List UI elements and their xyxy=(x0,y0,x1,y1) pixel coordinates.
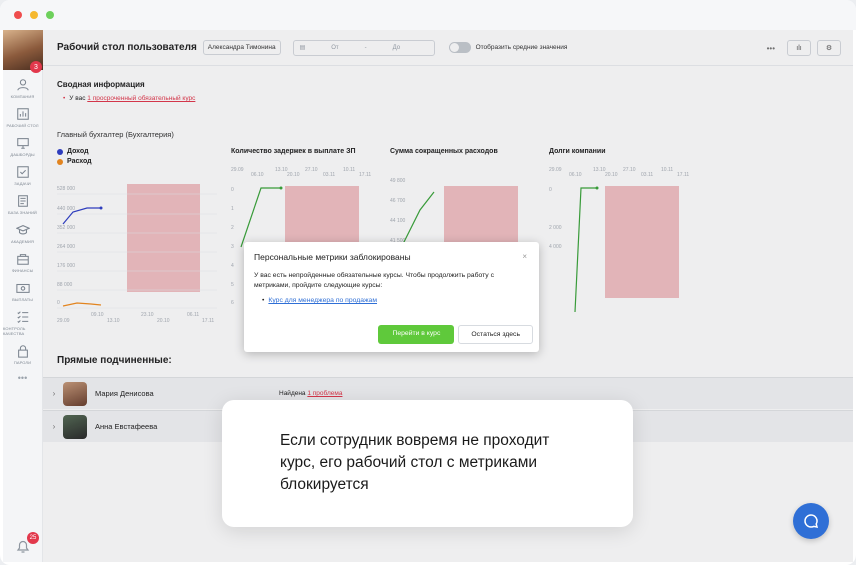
sidebar-item-label: Компания xyxy=(10,94,35,99)
sidebar-item-quality[interactable]: Контроль качества xyxy=(3,310,42,336)
sidebar-item-tasks[interactable]: Задачи xyxy=(3,165,42,186)
caption-line: Если сотрудник вовремя не проходит xyxy=(280,432,550,449)
sidebar-item-label: Дашборды xyxy=(10,152,35,157)
avatar-badge: 3 xyxy=(30,61,42,73)
lock-icon xyxy=(17,345,28,358)
sidebar-item-desktop[interactable]: Рабочий стол xyxy=(3,107,42,128)
sidebar-item-finance[interactable]: Финансы xyxy=(3,252,42,273)
window-titlebar xyxy=(0,0,856,30)
chat-button[interactable] xyxy=(793,503,829,539)
minimize-window-dot[interactable] xyxy=(30,11,38,19)
sidebar: 3 Компания Рабочий стол Дашборды Задачи … xyxy=(3,30,43,562)
sidebar-item-label: Финансы xyxy=(11,268,34,273)
sidebar-item-knowledge[interactable]: База знаний xyxy=(3,194,42,215)
sidebar-more-button[interactable]: ••• xyxy=(3,373,42,383)
notifications-badge: 25 xyxy=(27,532,39,544)
chat-bubble-icon xyxy=(804,514,819,528)
monitor-icon xyxy=(16,138,29,149)
graduation-cap-icon xyxy=(15,225,30,235)
sidebar-item-label: Задачи xyxy=(14,181,31,186)
metrics-blocked-dialog: Персональные метрики заблокированы × У в… xyxy=(244,242,539,352)
sidebar-item-label: Выплаты xyxy=(12,297,33,302)
dialog-title: Персональные метрики заблокированы xyxy=(254,252,411,262)
required-course-item: Курс для менеджера по продажам xyxy=(262,297,529,304)
sidebar-item-academy[interactable]: Академия xyxy=(3,223,42,244)
building-icon xyxy=(16,79,29,91)
finance-icon xyxy=(16,254,29,265)
caption-line: блокируется xyxy=(280,476,369,493)
browser-window: 3 Компания Рабочий стол Дашборды Задачи … xyxy=(0,0,856,565)
close-window-dot[interactable] xyxy=(14,11,22,19)
sidebar-item-label: Контроль качества xyxy=(3,326,26,336)
sidebar-item-label: Академия xyxy=(10,239,35,244)
dialog-actions: Перейти в курс Остаться здесь xyxy=(378,325,533,344)
sidebar-item-company[interactable]: Компания xyxy=(3,78,42,99)
go-to-course-button[interactable]: Перейти в курс xyxy=(378,325,455,344)
notifications-button[interactable]: 25 xyxy=(15,532,39,554)
money-icon xyxy=(15,283,30,293)
dashboard-icon xyxy=(16,108,29,120)
course-link[interactable]: Курс для менеджера по продажам xyxy=(268,297,377,304)
close-icon[interactable]: × xyxy=(522,252,527,261)
sidebar-item-dashboards[interactable]: Дашборды xyxy=(3,136,42,157)
sidebar-item-payouts[interactable]: Выплаты xyxy=(3,281,42,302)
check-square-icon xyxy=(16,166,29,178)
stay-here-button[interactable]: Остаться здесь xyxy=(458,325,533,344)
maximize-window-dot[interactable] xyxy=(46,11,54,19)
sidebar-item-label: Пароли xyxy=(13,360,32,365)
document-icon xyxy=(17,195,28,207)
sidebar-item-label: Рабочий стол xyxy=(6,123,39,128)
sidebar-item-label: База знаний xyxy=(7,210,38,215)
caption-card: Если сотрудник вовремя не проходит курс,… xyxy=(222,400,633,527)
dialog-text: У вас есть непройденные обязательные кур… xyxy=(254,272,494,289)
sidebar-item-passwords[interactable]: Пароли xyxy=(3,344,42,365)
user-avatar[interactable]: 3 xyxy=(3,30,43,73)
caption-line: курс, его рабочий стол с метриками xyxy=(280,454,538,471)
checklist-icon xyxy=(16,311,28,323)
